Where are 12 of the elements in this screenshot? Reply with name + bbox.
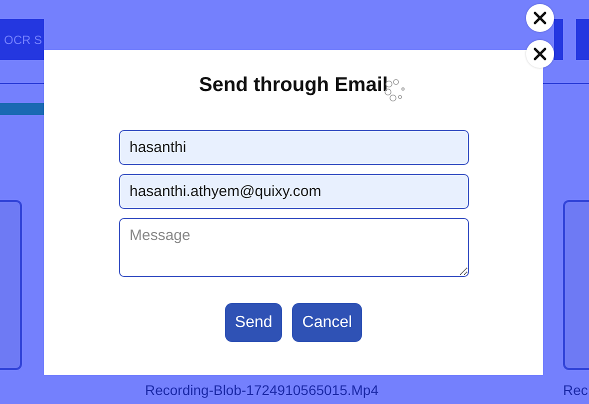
close-button[interactable] [526, 40, 554, 68]
file-name: Recording-Blob-1724910565015.Mp4 [145, 382, 379, 398]
close-icon [533, 11, 547, 25]
text-field[interactable]: hasanthi [118, 130, 468, 165]
close-icon [533, 47, 547, 61]
dialog-button[interactable]: Cancel [292, 303, 362, 342]
dialog-button[interactable]: Send [224, 303, 282, 342]
text-field[interactable]: hasanthi.athyem@quixy.com [118, 174, 468, 209]
file-name: Rec [563, 382, 589, 398]
close-button[interactable] [526, 4, 554, 32]
message-field[interactable]: Message [118, 218, 468, 277]
dialog-title: Send through Email [199, 74, 388, 97]
